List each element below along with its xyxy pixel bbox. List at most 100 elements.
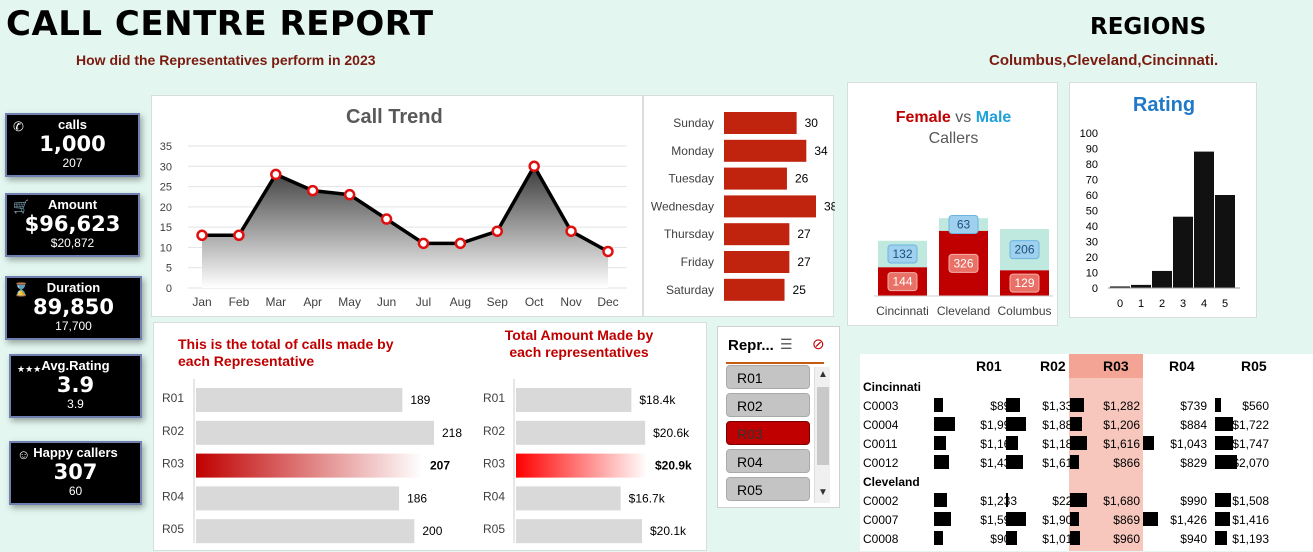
rep-label: R02 — [162, 424, 184, 438]
scroll-down-icon[interactable]: ▼ — [818, 487, 828, 498]
row-label: C0008 — [863, 532, 899, 546]
female-value: 326 — [953, 256, 973, 270]
column-header: R01 — [976, 358, 1002, 374]
x-tick-label: 3 — [1180, 298, 1186, 310]
page-subtitle: How did the Representatives perform in 2… — [76, 52, 376, 68]
female-value: 144 — [892, 275, 912, 289]
rep-bar — [516, 388, 632, 412]
y-tick-label: 50 — [1086, 206, 1098, 218]
kpi-sub: $20,872 — [50, 236, 95, 250]
kpi-rating-card: ★★★ Avg.Rating 3.9 3.9 — [9, 354, 142, 418]
rating-chart: 0 10 20 30 40 50 60 70 80 90 100 0 1 2 3 4 5 — [1080, 128, 1240, 310]
table-cell: $1,508 — [1232, 494, 1269, 508]
scroll-thumb[interactable] — [817, 387, 829, 465]
y-tick-label: 0 — [166, 283, 172, 295]
slicer-divider — [726, 362, 824, 364]
table-cell: $866 — [1113, 456, 1140, 470]
trend-point — [417, 237, 430, 250]
table-cell: $1,206 — [1103, 418, 1140, 432]
x-tick-label: Apr — [303, 295, 322, 309]
y-tick-label: 10 — [160, 242, 172, 254]
y-tick-label: 30 — [160, 161, 172, 173]
table-cell: $1,747 — [1232, 437, 1269, 451]
kpi-value: 307 — [53, 460, 98, 484]
row-label: C0011 — [863, 437, 898, 451]
trend-point — [602, 245, 614, 258]
y-tick-label: 20 — [160, 202, 172, 214]
table-cell: $1,193 — [1232, 532, 1269, 546]
rating-bar — [1194, 151, 1214, 288]
call-trend-chart: 0 5 10 15 20 25 30 35 Jan Feb Mar Apr May Jun Jul Aug Se… — [160, 141, 627, 309]
trend-point — [306, 184, 319, 197]
column-header: R02 — [1040, 358, 1066, 374]
x-tick-label: Mar — [265, 295, 286, 309]
x-tick-label: Jul — [416, 295, 431, 309]
group-label: Cincinnati — [863, 380, 922, 394]
trend-point — [528, 160, 540, 173]
data-bar — [1070, 531, 1080, 545]
slicer-item-r05[interactable]: R05 — [726, 477, 810, 501]
region-customer-table: R01 R02 R03 R04 R05 Cincinnati C0003 $891 $1,332… — [860, 354, 1313, 551]
y-tick-label: 35 — [160, 141, 172, 153]
slicer-item-r03[interactable]: R03 — [726, 421, 810, 445]
slicer-scrollbar[interactable]: ▲ ▼ — [814, 367, 830, 503]
gender-panel: Female vs Male Callers 144 132 Cincinnati 3… — [847, 82, 1058, 326]
table-cell: $1,616 — [1103, 437, 1140, 451]
data-bar — [1006, 436, 1018, 450]
rep-bar — [196, 420, 434, 445]
rep-value: 186 — [407, 491, 427, 505]
weekday-bar — [724, 223, 790, 246]
trend-point — [491, 225, 504, 237]
smiley-icon: ☺ — [17, 447, 31, 462]
trend-point — [380, 213, 393, 225]
table-cell: $560 — [1242, 399, 1269, 413]
rep-bar — [516, 453, 647, 478]
rep-panel: This is the total of calls made by each … — [153, 322, 707, 551]
weekday-label: Thursday — [664, 227, 714, 241]
male-value: 63 — [957, 218, 971, 232]
rep-label: R01 — [483, 391, 505, 405]
table-cell: $869 — [1113, 513, 1140, 527]
trend-point — [343, 188, 356, 201]
city-label: Columbus — [997, 304, 1051, 318]
slicer-item-r02[interactable]: R02 — [726, 393, 810, 417]
y-tick-label: 60 — [1086, 190, 1098, 202]
y-tick-label: 40 — [1086, 221, 1098, 233]
weekday-chart: Sunday 30 Monday 34 Tuesday 26 Wednesday 38 Thur… — [651, 112, 838, 301]
slicer-item-r04[interactable]: R04 — [726, 449, 810, 473]
column-header: R03 — [1103, 358, 1129, 374]
multi-select-icon[interactable]: ☰ — [780, 336, 793, 353]
kpi-value: 89,850 — [32, 295, 115, 319]
slicer-title: Repr... — [728, 337, 774, 354]
row-label: C0003 — [863, 399, 899, 413]
stars-icon: ★★★ — [17, 364, 42, 374]
kpi-calls-card: ✆ calls 1,000 207 — [5, 113, 140, 177]
weekday-value: 38 — [824, 199, 835, 213]
rating-bar — [1173, 216, 1193, 288]
column-header: R04 — [1169, 358, 1195, 374]
rating-bar — [1152, 270, 1172, 288]
kpi-value: 3.9 — [56, 373, 95, 397]
x-tick-label: 5 — [1222, 298, 1228, 310]
slicer-item-r01[interactable]: R01 — [726, 365, 810, 389]
rep-label: R03 — [162, 457, 184, 471]
scroll-up-icon[interactable]: ▲ — [818, 369, 828, 380]
table-cell: $884 — [1180, 418, 1207, 432]
row-label: C0002 — [863, 494, 899, 508]
y-tick-label: 0 — [1092, 283, 1098, 295]
y-tick-label: 10 — [1086, 268, 1098, 280]
x-tick-label: 1 — [1138, 298, 1144, 310]
rating-panel: Rating 0 10 20 30 40 50 60 70 80 90 100 0 1 2 3 4 5 — [1069, 82, 1257, 318]
y-tick-label: 80 — [1086, 159, 1098, 171]
data-bar — [934, 417, 955, 431]
data-bar — [1006, 531, 1017, 545]
clear-filter-icon[interactable]: ⊘ — [812, 335, 825, 353]
data-bar — [934, 436, 946, 450]
rep-bar — [196, 519, 415, 544]
y-tick-label: 15 — [160, 222, 172, 234]
gender-chart: 144 132 Cincinnati 326 63 Cleveland 129 206 Colu… — [874, 215, 1053, 318]
female-value: 129 — [1014, 276, 1034, 290]
rep-label: R05 — [483, 522, 505, 536]
x-tick-label: Oct — [525, 295, 544, 309]
y-tick-label: 20 — [1086, 252, 1098, 264]
